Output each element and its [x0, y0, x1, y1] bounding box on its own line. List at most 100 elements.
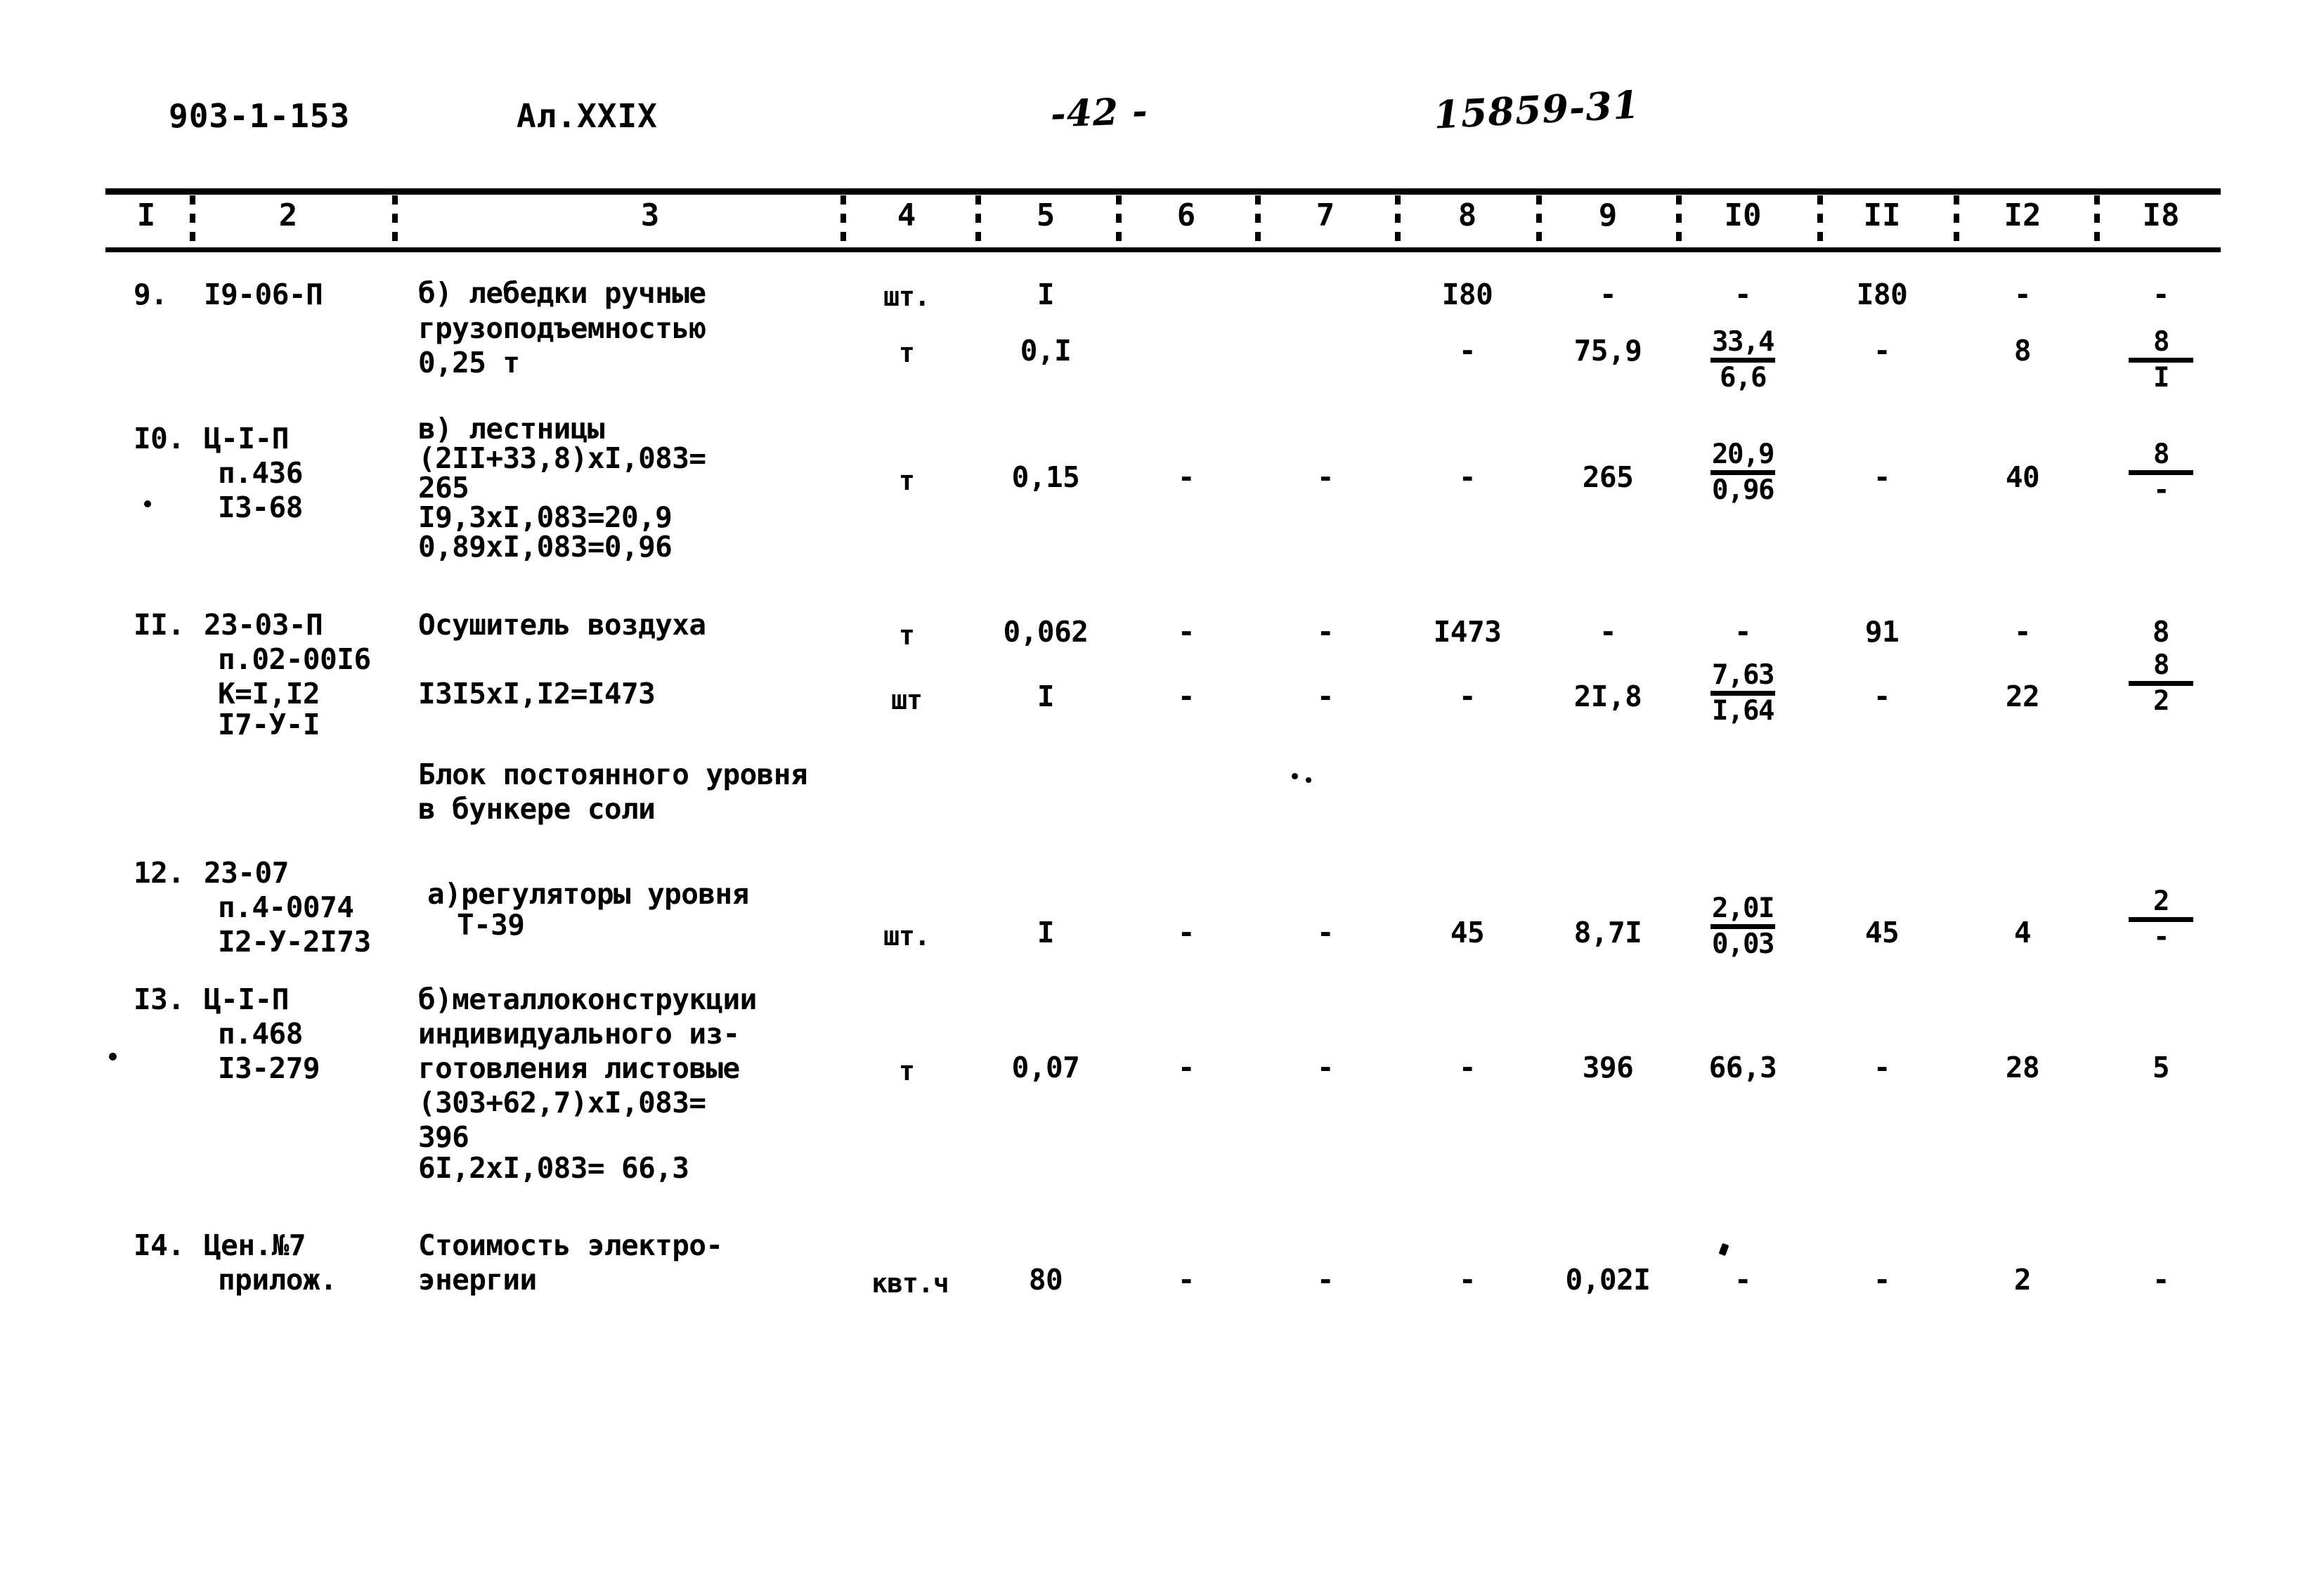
column-header-11: II — [1863, 197, 1901, 233]
cell-col11: 45 — [1864, 916, 1900, 949]
column-header-2: 2 — [278, 197, 298, 233]
column-header-10: I0 — [1724, 197, 1762, 233]
cell-col11: - — [1873, 680, 1891, 713]
scan-speck — [1718, 1242, 1729, 1257]
column-header-12: I2 — [2004, 197, 2041, 233]
cell-col13-fraction: 2 - — [2129, 887, 2193, 952]
cell-col11: - — [1873, 460, 1891, 494]
row-description-line: 6I,2хI,083= 66,3 — [418, 1151, 689, 1185]
cell-col7: - — [1316, 916, 1335, 949]
scan-speck — [1292, 773, 1298, 779]
cell-col11: I80 — [1856, 278, 1908, 311]
column-separator — [1255, 195, 1261, 246]
row-description-line: I3I5хI,I2=I473 — [418, 677, 656, 710]
cell-col7: - — [1316, 615, 1335, 649]
cell-col9: 75,9 — [1573, 334, 1642, 368]
row-index: I3. — [134, 982, 185, 1016]
fraction-numerator: 7,63 — [1712, 659, 1774, 691]
row-index: I0. — [134, 422, 185, 455]
row-code: I3-68 — [218, 491, 303, 524]
cell-col5: I — [1037, 680, 1055, 713]
column-header-7: 7 — [1316, 197, 1335, 233]
row-code: Ц-I-П — [204, 422, 289, 455]
cell-col13-fraction: 8 - — [2129, 440, 2193, 505]
page-number: -42 - — [1049, 89, 1149, 136]
scan-speck — [1306, 777, 1311, 783]
cell-col10-fraction: 7,63 I,64 — [1710, 661, 1775, 726]
section-heading-line: в бункере соли — [418, 792, 656, 826]
row-description-line: (303+62,7)хI,083= — [418, 1086, 706, 1120]
fraction-denominator: 0,96 — [1710, 470, 1775, 505]
row-code: п.436 — [218, 456, 303, 490]
cell-col12: - — [2013, 615, 2032, 649]
column-header-9: 9 — [1598, 197, 1618, 233]
column-separator — [1676, 195, 1682, 246]
album-label: Ал.XXIX — [517, 97, 658, 135]
cell-col6: - — [1177, 1263, 1195, 1297]
column-header-1: I — [136, 197, 156, 233]
cell-col9: 2I,8 — [1573, 680, 1642, 713]
row-description-line: Стоимость электро- — [418, 1228, 723, 1262]
row-index: II. — [134, 608, 185, 642]
column-separator — [1536, 195, 1542, 246]
table-top-rule — [105, 188, 2221, 195]
cell-col13: 8 — [2152, 615, 2170, 649]
row-description-line: Осушитель воздуха — [418, 608, 706, 642]
cell-col8: - — [1458, 460, 1476, 494]
cell-col5: 80 — [1028, 1263, 1063, 1297]
row-code: прилож. — [218, 1263, 337, 1297]
cell-col8: - — [1458, 334, 1476, 368]
row-description-line: грузоподъемностью — [418, 311, 706, 345]
fraction-denominator: - — [2129, 917, 2193, 952]
column-separator — [1954, 195, 1959, 246]
page-header: 903-1-153 Ал.XXIX -42 - 15859-31 — [0, 82, 2324, 155]
row-code: К=I,I2 — [218, 677, 320, 710]
cell-col13-fraction: 8 2 — [2129, 651, 2193, 716]
row-unit: т — [899, 465, 915, 496]
column-header-6: 6 — [1176, 197, 1196, 233]
column-separator — [190, 195, 195, 246]
row-code: I7-У-I — [218, 708, 320, 741]
cell-col6: - — [1177, 460, 1195, 494]
cell-col12: - — [2013, 278, 2032, 311]
cell-col10: - — [1734, 278, 1752, 311]
cell-col9: - — [1599, 278, 1617, 311]
cell-col9: - — [1599, 615, 1617, 649]
row-code: 23-03-П — [204, 608, 323, 642]
cell-col8: I473 — [1433, 615, 1502, 649]
cell-col10: - — [1734, 615, 1752, 649]
column-separator — [840, 195, 846, 246]
cell-col6: - — [1177, 680, 1195, 713]
column-separator — [392, 195, 398, 246]
fraction-denominator: 6,6 — [1710, 358, 1775, 393]
row-unit: квт.ч — [871, 1268, 949, 1299]
column-separator — [1395, 195, 1401, 246]
row-index: I4. — [134, 1228, 185, 1262]
cell-col11: - — [1873, 1051, 1891, 1084]
cell-col13: - — [2152, 1263, 2170, 1297]
cell-col9: 0,02I — [1565, 1263, 1651, 1297]
cell-col9: 8,7I — [1573, 916, 1642, 949]
row-unit: т — [899, 337, 915, 368]
cell-col11: 91 — [1864, 615, 1900, 649]
fraction-numerator: 2 — [2153, 885, 2169, 917]
row-code: I3-279 — [218, 1051, 320, 1085]
cell-col11: - — [1873, 1263, 1891, 1297]
column-header-4: 4 — [897, 197, 916, 233]
cell-col10-fraction: 33,4 6,6 — [1710, 327, 1775, 393]
cell-col9: 265 — [1582, 460, 1634, 494]
cell-col8: - — [1458, 1051, 1476, 1084]
cell-col10: - — [1734, 1263, 1752, 1297]
cell-col5: 0,07 — [1011, 1051, 1080, 1084]
cell-col12: 40 — [2005, 460, 2040, 494]
scan-speck — [109, 1053, 117, 1060]
cell-col5: 0,15 — [1011, 460, 1080, 494]
row-code: п.4-0074 — [218, 890, 354, 924]
row-description-line: а)регуляторы уровня — [427, 877, 749, 911]
row-description-line: 0,89хI,083=0,96 — [418, 530, 673, 564]
row-index: 12. — [134, 856, 185, 890]
table-header-rule — [105, 247, 2221, 252]
fraction-denominator: I,64 — [1710, 691, 1775, 726]
row-unit: шт — [891, 684, 923, 715]
column-separator — [975, 195, 981, 246]
